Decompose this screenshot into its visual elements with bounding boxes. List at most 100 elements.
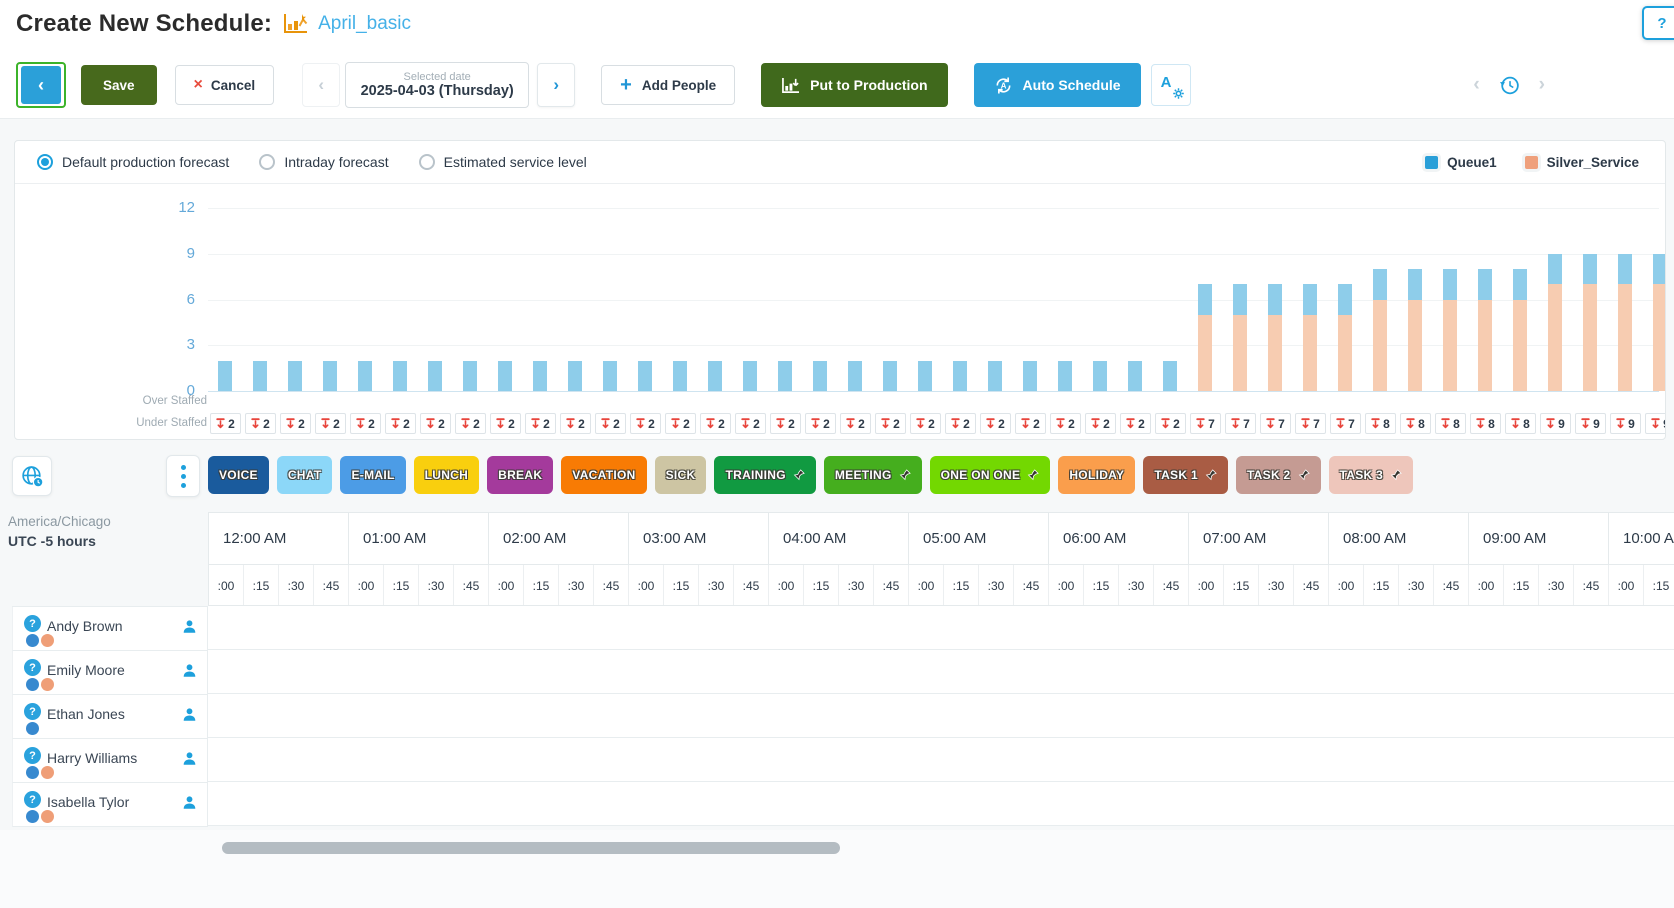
forecast-bar: [813, 361, 827, 392]
employee-row[interactable]: ?Emily Moore: [12, 651, 208, 695]
under-staffed-cell: 2: [245, 413, 276, 434]
person-icon-button[interactable]: [182, 663, 197, 678]
time-quarter-cell: :45: [1154, 565, 1189, 606]
auto-schedule-settings-button[interactable]: A: [1151, 64, 1191, 106]
under-staffed-arrow-icon: [1441, 418, 1450, 429]
employee-row[interactable]: ?Ethan Jones: [12, 695, 208, 739]
timezone-button[interactable]: [12, 456, 52, 496]
question-icon[interactable]: ?: [24, 615, 41, 632]
page-title: Create New Schedule:: [16, 10, 272, 38]
legend-item[interactable]: Silver_Service: [1525, 155, 1639, 170]
radio-button[interactable]: [419, 154, 435, 170]
schedule-row[interactable]: [208, 694, 1674, 738]
employee-row[interactable]: ?Isabella Tylor: [12, 783, 208, 827]
under-staffed-cell: 2: [280, 413, 311, 434]
time-quarter-cell: :45: [1574, 565, 1609, 606]
more-options-button[interactable]: [166, 455, 200, 497]
employee-row[interactable]: ?Andy Brown: [12, 607, 208, 651]
forecast-option[interactable]: Default production forecast: [37, 154, 229, 170]
queue1-bar-segment: [1268, 284, 1282, 315]
under-staffed-cell: 9: [1610, 413, 1641, 434]
time-quarter-cell: :15: [524, 565, 559, 606]
schedule-row[interactable]: [208, 782, 1674, 826]
activity-tag-e-mail[interactable]: E-MAIL: [340, 456, 405, 494]
activity-tag-holiday[interactable]: HOLIDAY: [1058, 456, 1135, 494]
save-button[interactable]: Save: [81, 65, 157, 105]
question-icon[interactable]: ?: [24, 747, 41, 764]
under-staffed-cell: 2: [945, 413, 976, 434]
cancel-label: Cancel: [211, 78, 255, 93]
person-icon[interactable]: [182, 751, 197, 766]
question-icon[interactable]: ?: [24, 659, 41, 676]
activity-tag-break[interactable]: BREAK: [487, 456, 553, 494]
time-quarter-cell: :15: [244, 565, 279, 606]
under-staffed-arrow-icon: [1406, 418, 1415, 429]
activity-tag-task-1[interactable]: TASK 1: [1143, 456, 1228, 494]
silver-service-bar-segment: [1618, 284, 1632, 391]
activity-tag-sick[interactable]: SICK: [655, 456, 707, 494]
radio-button[interactable]: [37, 154, 53, 170]
radio-button[interactable]: [259, 154, 275, 170]
person-icon-button[interactable]: [182, 795, 197, 810]
horizontal-scrollbar-thumb[interactable]: [222, 842, 840, 854]
legend-item[interactable]: Queue1: [1425, 155, 1497, 170]
person-icon-button[interactable]: [182, 707, 197, 722]
activity-tag-label: VACATION: [572, 468, 635, 482]
cancel-button[interactable]: × Cancel: [175, 65, 275, 105]
forecast-option[interactable]: Intraday forecast: [259, 154, 388, 170]
under-staffed-arrow-icon: [706, 418, 715, 429]
help-icon[interactable]: ?: [1642, 6, 1674, 40]
person-icon[interactable]: [182, 795, 197, 810]
forecast-bar: [253, 361, 267, 392]
schedule-row[interactable]: [208, 738, 1674, 782]
schedule-row[interactable]: [208, 650, 1674, 694]
under-staffed-value: 9: [1663, 417, 1665, 431]
next-date-button[interactable]: ›: [537, 63, 575, 107]
under-staffed-value: 7: [1313, 417, 1320, 431]
person-icon[interactable]: [182, 619, 197, 634]
activity-tag-task-3[interactable]: TASK 3: [1329, 456, 1414, 494]
under-staffed-value: 8: [1383, 417, 1390, 431]
forecast-bar: [1303, 284, 1317, 391]
person-icon[interactable]: [182, 707, 197, 722]
employee-row[interactable]: ?Harry Williams: [12, 739, 208, 783]
schedule-name-link[interactable]: April_basic: [318, 13, 411, 35]
history-prev-chevron[interactable]: ‹: [1473, 74, 1479, 96]
time-quarter-cell: :30: [699, 565, 734, 606]
history-icon[interactable]: [1498, 74, 1521, 97]
chart-legend: Queue1 Silver_Service: [1425, 141, 1639, 183]
under-staffed-arrow-icon: [1266, 418, 1275, 429]
add-people-button[interactable]: + Add People: [601, 65, 735, 105]
question-icon[interactable]: ?: [24, 703, 41, 720]
person-icon-button[interactable]: [182, 619, 197, 634]
person-icon[interactable]: [182, 663, 197, 678]
activity-tag-meeting[interactable]: MEETING: [824, 456, 922, 494]
activity-tag-vacation[interactable]: VACATION: [561, 456, 646, 494]
forecast-option[interactable]: Estimated service level: [419, 154, 587, 170]
activity-tag-voice[interactable]: VOICE: [208, 456, 269, 494]
person-icon-button[interactable]: [182, 751, 197, 766]
activity-tag-task-2[interactable]: TASK 2: [1236, 456, 1321, 494]
queue1-bar-segment: [1548, 254, 1562, 285]
activity-tag-one-on-one[interactable]: ONE ON ONE: [930, 456, 1051, 494]
previous-date-button[interactable]: ‹: [302, 63, 340, 107]
activity-tag-training[interactable]: TRAINING: [714, 456, 815, 494]
back-button[interactable]: ‹: [21, 66, 61, 104]
put-to-production-button[interactable]: Put to Production: [761, 63, 947, 107]
activity-tag-lunch[interactable]: LUNCH: [414, 456, 480, 494]
question-icon[interactable]: ?: [24, 791, 41, 808]
history-next-chevron[interactable]: ›: [1539, 74, 1545, 96]
schedule-row[interactable]: [208, 606, 1674, 650]
under-staffed-value: 8: [1488, 417, 1495, 431]
under-staffed-arrow-icon: [391, 418, 400, 429]
auto-schedule-label: Auto Schedule: [1023, 77, 1121, 93]
under-staffed-cell: 8: [1505, 413, 1536, 434]
activity-tag-chat[interactable]: CHAT: [277, 456, 333, 494]
under-staffed-cell: 8: [1470, 413, 1501, 434]
under-staffed-cell: 7: [1260, 413, 1291, 434]
auto-schedule-button[interactable]: A Auto Schedule: [974, 63, 1141, 107]
silver-service-bar-segment: [1583, 284, 1597, 391]
under-staffed-cell: 7: [1330, 413, 1361, 434]
under-staffed-cell: 2: [525, 413, 556, 434]
selected-date-box[interactable]: Selected date 2025-04-03 (Thursday): [345, 62, 529, 108]
